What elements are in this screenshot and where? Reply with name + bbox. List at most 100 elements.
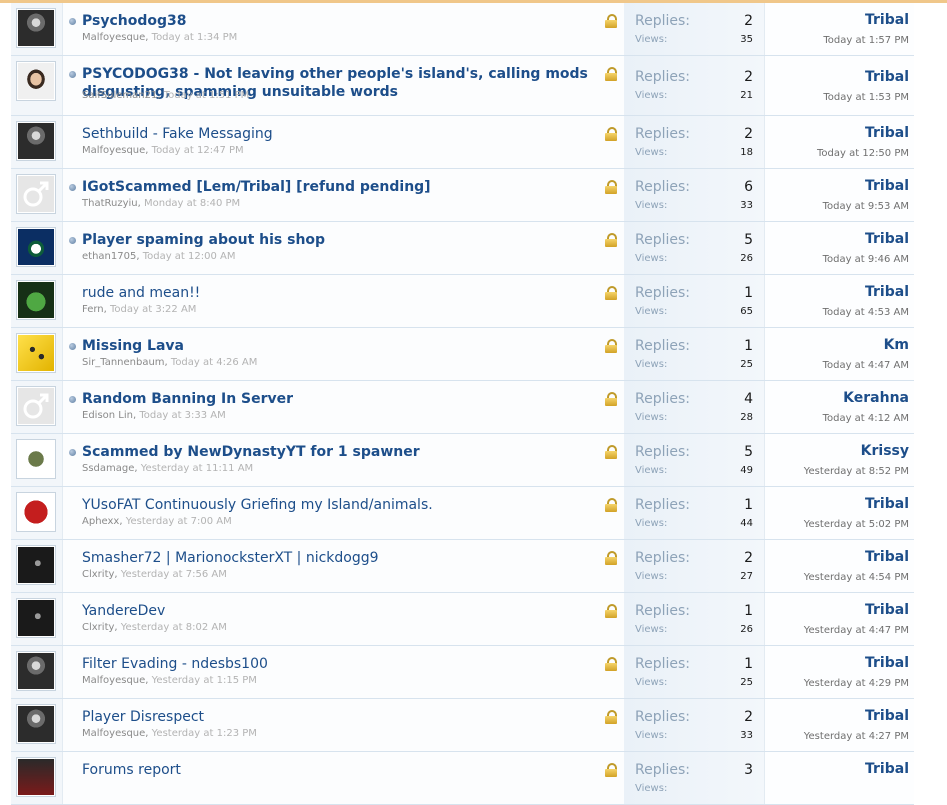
- last-poster-link[interactable]: Tribal: [865, 708, 909, 724]
- thread-title-link[interactable]: Player Disrespect: [82, 708, 594, 726]
- avatar[interactable]: [16, 439, 56, 479]
- last-post-date-link[interactable]: Yesterday at 8:52 PM: [804, 466, 909, 477]
- thread-author-link[interactable]: Malfoyesque: [82, 145, 145, 156]
- last-post-date-link[interactable]: Today at 4:12 AM: [823, 413, 909, 424]
- thread-author-link[interactable]: Ssdamage: [82, 463, 134, 474]
- thread-title-link[interactable]: Scammed by NewDynastyYT for 1 spawner: [82, 443, 594, 461]
- thread-row[interactable]: Forums report Replies: 3 Views: Tribal: [11, 752, 914, 805]
- thread-row[interactable]: Smasher72 | MarionocksterXT | nickdogg9 C…: [11, 540, 914, 593]
- unread-icon[interactable]: [69, 184, 76, 191]
- thread-title-link[interactable]: rude and mean!!: [82, 284, 594, 302]
- unread-icon[interactable]: [69, 71, 76, 78]
- thread-start-date[interactable]: Yesterday at 8:02 AM: [121, 622, 227, 633]
- unread-icon[interactable]: [69, 18, 76, 25]
- thread-row[interactable]: Player spaming about his shop ethan1705, …: [11, 222, 914, 275]
- thread-row[interactable]: rude and mean!! Fern, Today at 3:22 AM Rep…: [11, 275, 914, 328]
- thread-author-link[interactable]: Malfoyesque: [82, 32, 145, 43]
- thread-title-link[interactable]: Psychodog38: [82, 12, 594, 30]
- last-post-date-link[interactable]: Yesterday at 4:54 PM: [804, 572, 909, 583]
- thread-title-link[interactable]: Missing Lava: [82, 337, 594, 355]
- avatar[interactable]: [16, 174, 56, 214]
- thread-start-date[interactable]: Today at 1:34 PM: [152, 32, 238, 43]
- thread-row[interactable]: Filter Evading - ndesbs100 Malfoyesque, Y…: [11, 646, 914, 699]
- last-poster-link[interactable]: Tribal: [865, 496, 909, 512]
- last-poster-link[interactable]: Km: [884, 337, 909, 353]
- thread-start-date[interactable]: Yesterday at 7:00 AM: [126, 516, 232, 527]
- avatar[interactable]: [16, 704, 56, 744]
- thread-row[interactable]: Scammed by NewDynastyYT for 1 spawner Ssd…: [11, 434, 914, 487]
- thread-start-date[interactable]: Today at 1:51 PM: [164, 90, 250, 101]
- thread-author-link[interactable]: Malfoyesque: [82, 728, 145, 739]
- thread-title-link[interactable]: IGotScammed [Lem/Tribal] [refund pending…: [82, 178, 594, 196]
- thread-row[interactable]: YUsoFAT Continuously Griefing my Island/…: [11, 487, 914, 540]
- last-post-date-link[interactable]: Yesterday at 4:29 PM: [804, 678, 909, 689]
- avatar[interactable]: [16, 545, 56, 585]
- thread-author-link[interactable]: ThatRuzyiu: [82, 198, 138, 209]
- last-post-date-link[interactable]: Today at 1:53 PM: [823, 92, 909, 103]
- thread-row[interactable]: Missing Lava Sir_Tannenbaum, Today at 4:2…: [11, 328, 914, 381]
- thread-row[interactable]: IGotScammed [Lem/Tribal] [refund pending…: [11, 169, 914, 222]
- last-poster-link[interactable]: Tribal: [865, 284, 909, 300]
- unread-icon[interactable]: [69, 396, 76, 403]
- thread-start-date[interactable]: Yesterday at 11:11 AM: [141, 463, 253, 474]
- last-poster-link[interactable]: Tribal: [865, 125, 909, 141]
- avatar[interactable]: [16, 757, 56, 797]
- thread-row[interactable]: YandereDev Clxrity, Yesterday at 8:02 AM R…: [11, 593, 914, 646]
- last-post-date-link[interactable]: Today at 12:50 PM: [817, 148, 909, 159]
- thread-start-date[interactable]: Today at 12:47 PM: [152, 145, 244, 156]
- thread-author-link[interactable]: Aphexx: [82, 516, 119, 527]
- thread-start-date[interactable]: Yesterday at 1:15 PM: [152, 675, 257, 686]
- last-poster-link[interactable]: Kerahna: [843, 390, 909, 406]
- last-post-date-link[interactable]: Yesterday at 4:47 PM: [804, 625, 909, 636]
- avatar[interactable]: [16, 492, 56, 532]
- thread-title-link[interactable]: YUsoFAT Continuously Griefing my Island/…: [82, 496, 594, 514]
- avatar[interactable]: [16, 227, 56, 267]
- thread-author-link[interactable]: Fern: [82, 304, 104, 315]
- thread-title-link[interactable]: YandereDev: [82, 602, 594, 620]
- unread-icon[interactable]: [69, 449, 76, 456]
- thread-start-date[interactable]: Today at 3:22 AM: [110, 304, 196, 315]
- last-poster-link[interactable]: Tribal: [865, 549, 909, 565]
- last-post-date-link[interactable]: Yesterday at 4:27 PM: [804, 731, 909, 742]
- unread-icon[interactable]: [69, 343, 76, 350]
- last-post-date-link[interactable]: Today at 9:53 AM: [823, 201, 909, 212]
- avatar[interactable]: [16, 121, 56, 161]
- last-poster-link[interactable]: Tribal: [865, 602, 909, 618]
- last-post-date-link[interactable]: Today at 4:53 AM: [823, 307, 909, 318]
- thread-author-link[interactable]: Malfoyesque: [82, 675, 145, 686]
- last-post-date-link[interactable]: Today at 9:46 AM: [823, 254, 909, 265]
- last-poster-link[interactable]: Tribal: [865, 761, 909, 777]
- thread-title-link[interactable]: Smasher72 | MarionocksterXT | nickdogg9: [82, 549, 594, 567]
- thread-author-link[interactable]: Sir_Tannenbaum: [82, 357, 165, 368]
- avatar[interactable]: [16, 598, 56, 638]
- thread-title-link[interactable]: Forums report: [82, 761, 594, 779]
- thread-start-date[interactable]: Today at 4:26 AM: [171, 357, 257, 368]
- thread-title-link[interactable]: Player spaming about his shop: [82, 231, 594, 249]
- avatar[interactable]: [16, 333, 56, 373]
- last-poster-link[interactable]: Tribal: [865, 69, 909, 85]
- thread-author-link[interactable]: ethan1705: [82, 251, 136, 262]
- last-post-date-link[interactable]: Yesterday at 5:02 PM: [804, 519, 909, 530]
- unread-icon[interactable]: [69, 237, 76, 244]
- thread-author-link[interactable]: Edison Lin: [82, 410, 133, 421]
- last-poster-link[interactable]: Tribal: [865, 178, 909, 194]
- thread-title-link[interactable]: Sethbuild - Fake Messaging: [82, 125, 594, 143]
- thread-row[interactable]: Psychodog38 Malfoyesque, Today at 1:34 PM…: [11, 3, 914, 56]
- thread-row[interactable]: Sethbuild - Fake Messaging Malfoyesque, T…: [11, 116, 914, 169]
- last-poster-link[interactable]: Krissy: [861, 443, 909, 459]
- thread-title-link[interactable]: Filter Evading - ndesbs100: [82, 655, 594, 673]
- thread-start-date[interactable]: Today at 12:00 AM: [143, 251, 236, 262]
- avatar[interactable]: [16, 8, 56, 48]
- thread-start-date[interactable]: Yesterday at 7:56 AM: [121, 569, 227, 580]
- thread-row[interactable]: Random Banning In Server Edison Lin, Toda…: [11, 381, 914, 434]
- avatar[interactable]: [16, 651, 56, 691]
- avatar[interactable]: [16, 61, 56, 101]
- last-poster-link[interactable]: Tribal: [865, 231, 909, 247]
- thread-title-link[interactable]: Random Banning In Server: [82, 390, 594, 408]
- thread-row[interactable]: Player Disrespect Malfoyesque, Yesterday …: [11, 699, 914, 752]
- thread-start-date[interactable]: Yesterday at 1:23 PM: [152, 728, 257, 739]
- thread-author-link[interactable]: Clxrity: [82, 622, 114, 633]
- avatar[interactable]: [16, 386, 56, 426]
- thread-author-link[interactable]: SaifSuleman21: [82, 90, 157, 101]
- thread-start-date[interactable]: Monday at 8:40 PM: [144, 198, 240, 209]
